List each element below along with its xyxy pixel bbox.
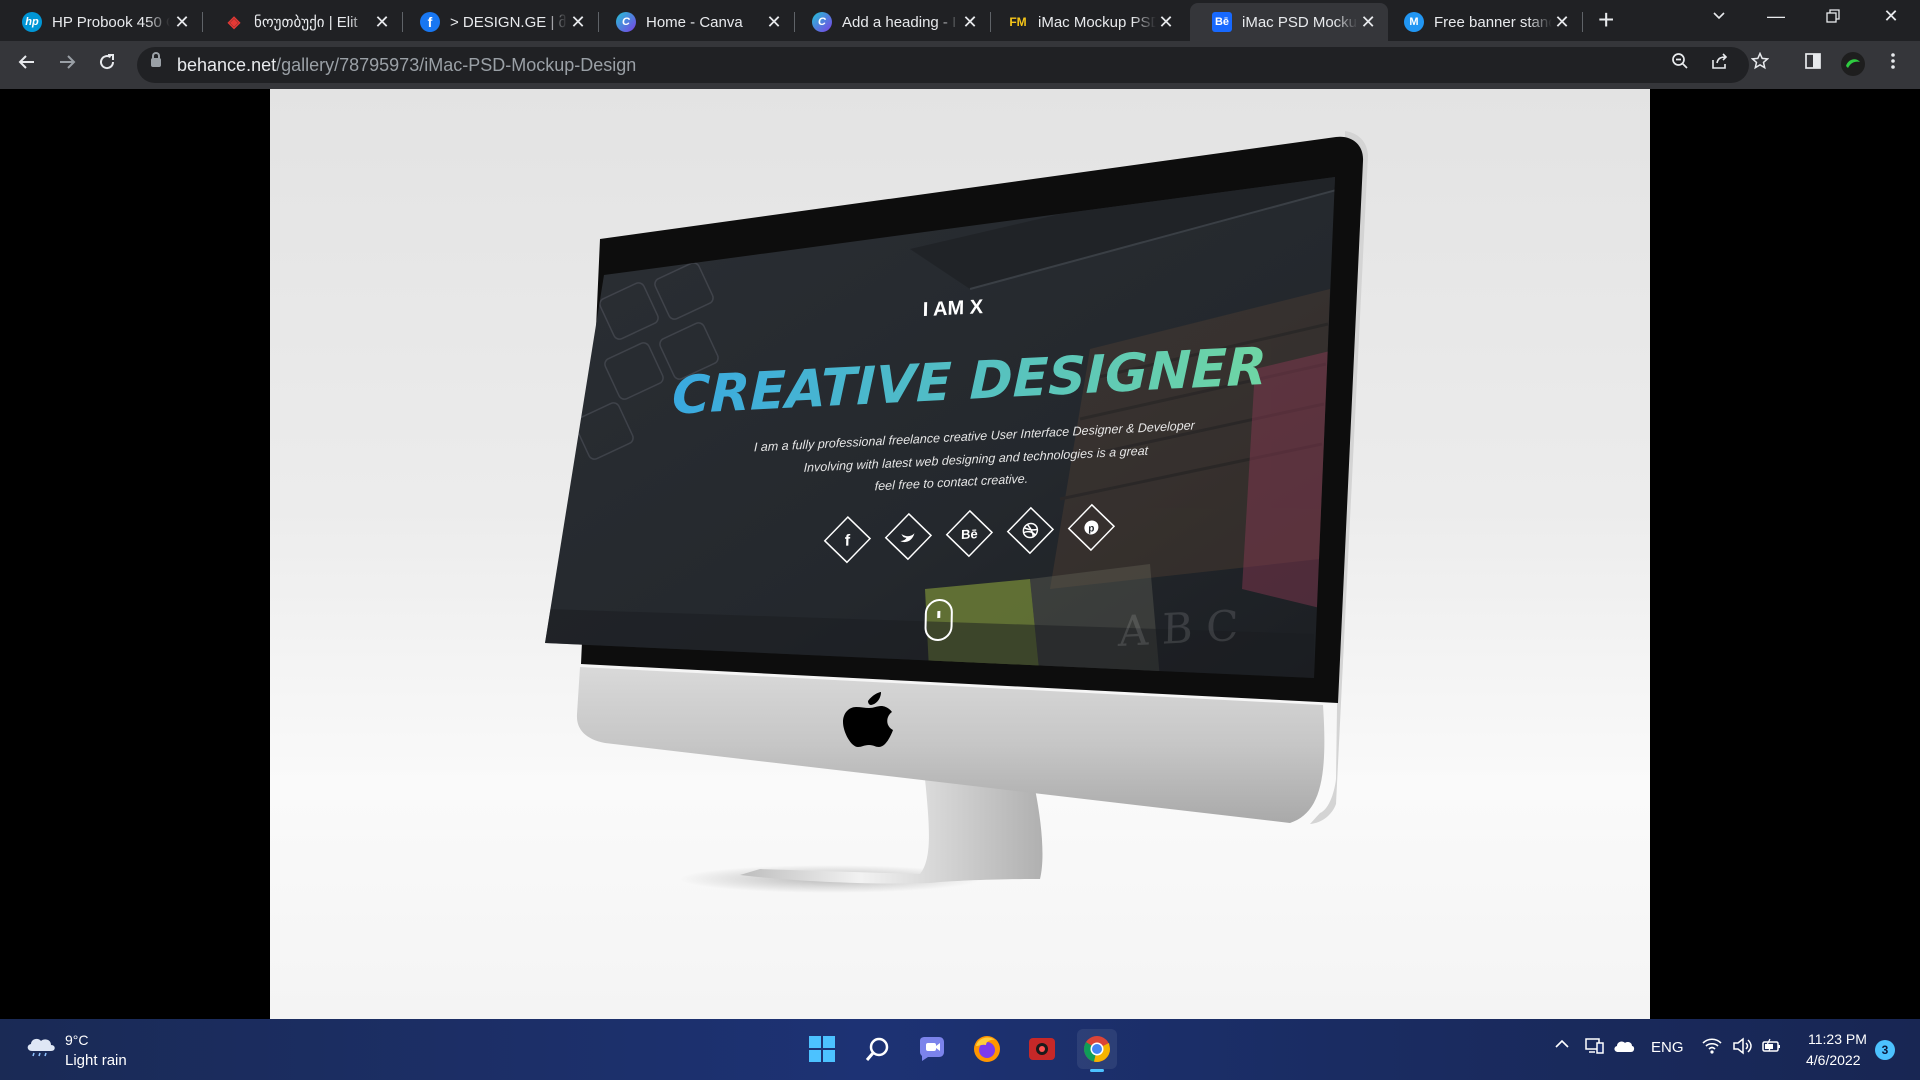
zoom-icon[interactable] [1667,52,1693,75]
screen-kicker: I AM X [923,296,984,321]
close-tab-icon[interactable]: ✕ [568,12,588,33]
taskbar-screen-recorder[interactable] [1022,1029,1062,1069]
firefox-icon [974,1036,1000,1062]
tab-search-icon[interactable] [1696,7,1742,28]
onedrive-icon[interactable] [1613,1039,1635,1057]
tab-add-heading[interactable]: C Add a heading - I ✕ [790,3,990,41]
tab-elit[interactable]: ◈ ნოუთბუქი | Elit ✕ [202,3,402,41]
taskbar-chrome[interactable] [1077,1029,1117,1072]
weather-description[interactable]: Light rain [65,1052,127,1069]
facebook-icon: f [420,12,440,32]
back-button[interactable] [14,52,40,78]
gallery-image: I AM X CREATIVE DESIGNER I am a fully pr… [270,89,1650,1019]
tab-imac-psd-mockup[interactable]: Bē iMac PSD Mockup ✕ [1190,3,1388,41]
device-icon[interactable] [1585,1037,1605,1059]
close-tab-icon[interactable]: ✕ [172,12,192,33]
close-tab-icon[interactable]: ✕ [764,12,784,33]
close-tab-icon[interactable]: ✕ [372,12,392,33]
behance-icon: Bē [1212,12,1232,32]
volume-icon[interactable] [1732,1037,1752,1059]
close-window-button[interactable]: ✕ [1868,6,1914,27]
show-hidden-icons-button[interactable] [1554,1036,1570,1056]
reload-icon [100,54,115,70]
recorder-icon [1029,1038,1055,1060]
chevron-up-icon [1555,1039,1569,1048]
profile-avatar[interactable] [1840,51,1866,82]
rain-cloud-icon[interactable] [24,1035,58,1057]
tab-title: Free banner stanc [1434,13,1552,31]
menu-kebab-icon[interactable] [1880,52,1906,75]
elit-icon: ◈ [227,14,241,31]
clock-date[interactable]: 4/6/2022 [1806,1052,1861,1068]
svg-text:p: p [1088,523,1094,534]
active-app-indicator [1090,1069,1104,1072]
close-tab-icon[interactable]: ✕ [1156,12,1176,33]
tab-imac-mockup-psd[interactable]: FM iMac Mockup PSD ✕ [986,3,1186,41]
svg-text:Bē: Bē [961,526,978,542]
side-panel-icon[interactable] [1800,52,1826,75]
canva-icon: C [812,12,832,32]
close-tab-icon[interactable]: ✕ [1552,12,1572,33]
chrome-icon [1083,1036,1110,1062]
tab-title: HP Probook 450 G [52,13,170,31]
tab-title: iMac Mockup PSD [1038,13,1156,31]
url-text[interactable]: behance.net/gallery/78795973/iMac-PSD-Mo… [177,55,636,76]
tab-strip: hp HP Probook 450 G ✕ ◈ ნოუთბუქი | Elit … [0,0,1920,41]
tab-title: > DESIGN.GE | მ [450,14,567,31]
minimize-button[interactable]: — [1753,6,1799,27]
language-indicator[interactable]: ENG [1651,1039,1684,1056]
tab-design-ge[interactable]: f > DESIGN.GE | მ ✕ [398,3,598,41]
close-tab-icon[interactable]: ✕ [1358,12,1378,33]
tab-title: Home - Canva [646,13,743,31]
tab-title: iMac PSD Mockup [1242,13,1359,31]
tab-home-canva[interactable]: C Home - Canva ✕ [594,3,794,41]
windows-start-icon [809,1036,835,1062]
tab-title: Add a heading - I [842,13,957,31]
wifi-icon[interactable] [1702,1037,1722,1059]
browser-toolbar: behance.net/gallery/78795973/iMac-PSD-Mo… [0,41,1920,89]
close-tab-icon[interactable]: ✕ [960,12,980,33]
forward-arrow-icon [60,55,76,69]
bookmark-star-icon[interactable] [1747,51,1773,75]
search-icon [865,1037,889,1061]
taskbar-teams-chat[interactable] [912,1029,952,1069]
lock-icon[interactable] [151,52,161,67]
tab-hp-probook[interactable]: hp HP Probook 450 G ✕ [0,3,202,41]
tab-free-banner[interactable]: M Free banner stanc ✕ [1382,3,1582,41]
taskbar-firefox[interactable] [967,1029,1007,1069]
chat-icon [920,1037,944,1061]
windows-taskbar: 9°C Light rain ENG 11:23 PM 4/6/2022 3 [0,1019,1920,1080]
hp-icon: hp [22,12,42,32]
forward-button[interactable] [54,52,80,78]
canva-icon: C [616,12,636,32]
tab-title: ნოუთბუქი | Elit [254,14,358,31]
taskbar-search-button[interactable] [858,1029,898,1069]
clock-time[interactable]: 11:23 PM [1808,1031,1867,1047]
restore-button[interactable] [1810,8,1856,29]
imac-mockup: I AM X CREATIVE DESIGNER I am a fully pr… [545,131,1368,893]
notification-badge[interactable]: 3 [1875,1040,1895,1060]
page-viewport: I AM X CREATIVE DESIGNER I am a fully pr… [0,89,1920,1019]
start-button[interactable] [802,1029,842,1069]
battery-icon[interactable] [1762,1037,1782,1059]
weather-temperature[interactable]: 9°C [65,1032,89,1048]
address-bar[interactable]: behance.net/gallery/78795973/iMac-PSD-Mo… [137,47,1770,83]
new-tab-button[interactable]: + [1598,6,1614,34]
deco-letters: A B C [1117,601,1239,656]
share-icon[interactable] [1707,52,1733,75]
back-arrow-icon [18,55,34,69]
reload-button[interactable] [94,52,120,78]
freemockup-icon: FM [1009,15,1027,29]
mockup-icon: M [1404,12,1424,32]
